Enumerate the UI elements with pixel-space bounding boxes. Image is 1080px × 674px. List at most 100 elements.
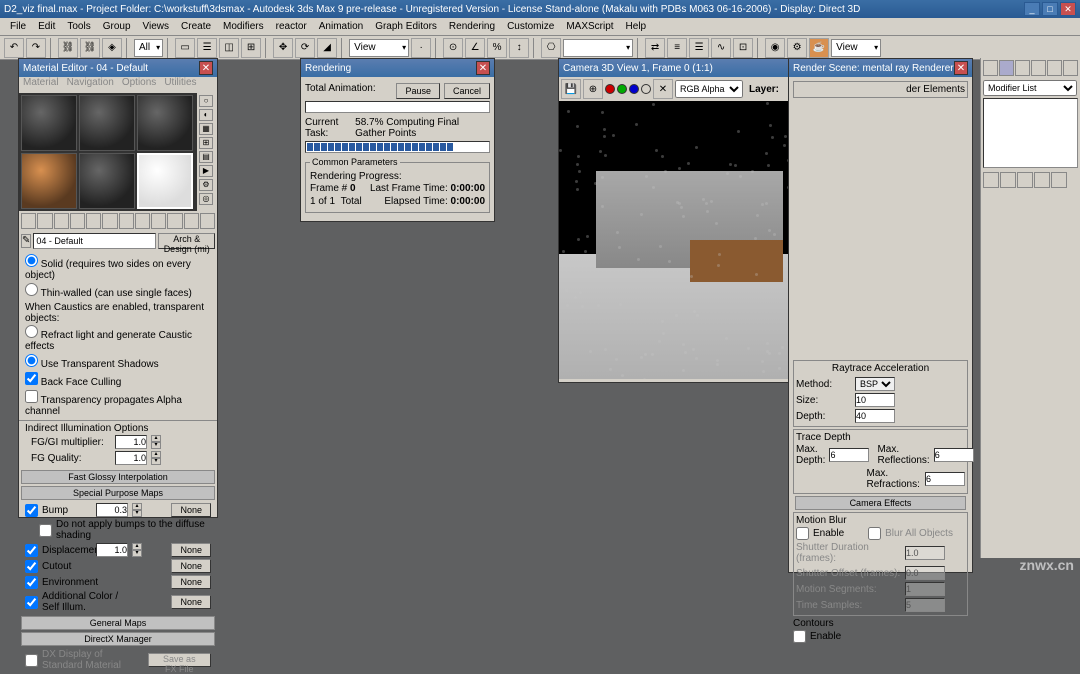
menu-rendering[interactable]: Rendering <box>443 19 501 34</box>
material-icon[interactable]: ◉ <box>765 38 785 58</box>
disp-input[interactable] <box>96 543 128 557</box>
material-sample-3[interactable] <box>137 95 193 151</box>
select-name-icon[interactable]: ☰ <box>197 38 217 58</box>
tab-create-icon[interactable] <box>983 60 998 76</box>
addcolor-map-button[interactable]: None <box>171 595 211 609</box>
material-sample-2[interactable] <box>79 95 135 151</box>
menu-customize[interactable]: Customize <box>501 19 560 34</box>
material-sample-1[interactable] <box>21 95 77 151</box>
menu-modifiers[interactable]: Modifiers <box>217 19 270 34</box>
red-channel-icon[interactable] <box>605 84 615 94</box>
configure-icon[interactable] <box>1051 172 1067 188</box>
render-setup-icon[interactable]: ⚙ <box>787 38 807 58</box>
method-dropdown[interactable]: BSP <box>855 377 895 391</box>
disp-map-button[interactable]: None <box>171 543 211 557</box>
enable-check[interactable] <box>796 527 809 540</box>
menu-create[interactable]: Create <box>175 19 217 34</box>
opt-solid[interactable]: Solid (requires two sides on every objec… <box>25 253 211 282</box>
max-refl-input[interactable] <box>934 448 974 462</box>
maximize-button[interactable]: □ <box>1042 2 1058 16</box>
material-id-icon[interactable] <box>135 213 150 229</box>
dx-display-check[interactable] <box>25 654 38 667</box>
opt-refract[interactable]: Refract light and generate Caustic effec… <box>25 324 211 353</box>
rotate-icon[interactable]: ⟳ <box>295 38 315 58</box>
get-material-icon[interactable] <box>21 213 36 229</box>
unlink-icon[interactable]: ⛓ <box>80 38 100 58</box>
menu-file[interactable]: File <box>4 19 32 34</box>
show-result-icon[interactable] <box>1000 172 1016 188</box>
spinner-snap-icon[interactable]: ↕ <box>509 38 529 58</box>
fg-quality-input[interactable] <box>115 451 147 465</box>
cancel-button[interactable]: Cancel <box>444 83 490 99</box>
bump-input[interactable] <box>96 503 128 517</box>
cutout-check[interactable] <box>25 560 38 573</box>
bump-check[interactable] <box>25 504 38 517</box>
make-unique-icon[interactable] <box>102 213 117 229</box>
tab-display-icon[interactable] <box>1047 60 1062 76</box>
blue-channel-icon[interactable] <box>629 84 639 94</box>
link-icon[interactable]: ⛓ <box>58 38 78 58</box>
mono-channel-icon[interactable] <box>641 84 651 94</box>
menu-animation[interactable]: Animation <box>313 19 369 34</box>
pivot-icon[interactable]: · <box>411 38 431 58</box>
menu-help[interactable]: Help <box>620 19 653 34</box>
bind-icon[interactable]: ◈ <box>102 38 122 58</box>
undo-icon[interactable]: ↶ <box>4 38 24 58</box>
mat-menu-options[interactable]: Options <box>122 77 156 93</box>
modifier-stack[interactable] <box>983 98 1078 168</box>
material-sample-4[interactable] <box>21 153 77 209</box>
spin-down-icon[interactable]: ▾ <box>151 458 161 465</box>
align-icon[interactable]: ≡ <box>667 38 687 58</box>
fg-mult-input[interactable] <box>115 435 147 449</box>
env-map-button[interactable]: None <box>171 575 211 589</box>
camera-effects-header[interactable]: Camera Effects <box>795 496 966 510</box>
scale-icon[interactable]: ◢ <box>317 38 337 58</box>
clear-icon[interactable]: ✕ <box>653 79 673 99</box>
make-copy-icon[interactable] <box>86 213 101 229</box>
disp-check[interactable] <box>25 544 38 557</box>
video-check-icon[interactable]: ▤ <box>199 151 213 163</box>
channel-dropdown[interactable]: RGB Alpha <box>675 80 743 98</box>
schematic-icon[interactable]: ⊡ <box>733 38 753 58</box>
close-icon[interactable]: ✕ <box>954 61 968 75</box>
move-icon[interactable]: ✥ <box>273 38 293 58</box>
spin-down-icon[interactable]: ▾ <box>151 442 161 449</box>
minimize-button[interactable]: _ <box>1024 2 1040 16</box>
blur-all-check[interactable] <box>868 527 881 540</box>
uv-tile-icon[interactable]: ⊞ <box>199 137 213 149</box>
render-scene-title[interactable]: Render Scene: mental ray Renderer ✕ <box>789 59 972 77</box>
max-depth-input[interactable] <box>829 448 869 462</box>
max-refr-input[interactable] <box>925 472 965 486</box>
backlight-icon[interactable]: ◐ <box>199 109 213 121</box>
close-icon[interactable]: ✕ <box>199 61 213 75</box>
rollout-dx[interactable]: DirectX Manager <box>21 632 215 646</box>
opt-thin[interactable]: Thin-walled (can use single faces) <box>25 282 211 300</box>
angle-snap-icon[interactable]: ∠ <box>465 38 485 58</box>
rollout-glossy[interactable]: Fast Glossy Interpolation <box>21 470 215 484</box>
background-icon[interactable]: ▦ <box>199 123 213 135</box>
dx-save-button[interactable]: Save as FX File <box>148 653 211 667</box>
select-region-icon[interactable]: ◫ <box>219 38 239 58</box>
show-end-icon[interactable] <box>167 213 182 229</box>
mat-menu-navigation[interactable]: Navigation <box>67 77 114 93</box>
select-by-mat-icon[interactable]: ◎ <box>199 193 213 205</box>
clone-icon[interactable]: ⊕ <box>583 79 603 99</box>
remove-mod-icon[interactable] <box>1034 172 1050 188</box>
nav-sibling-icon[interactable] <box>200 213 215 229</box>
tab-elements[interactable]: der Elements <box>793 81 968 98</box>
window-cross-icon[interactable]: ⊞ <box>241 38 261 58</box>
menu-reactor[interactable]: reactor <box>270 19 313 34</box>
sample-type-icon[interactable]: ○ <box>199 95 213 107</box>
select-icon[interactable]: ▭ <box>175 38 195 58</box>
menu-tools[interactable]: Tools <box>61 19 96 34</box>
rendering-title[interactable]: Rendering ✕ <box>301 59 494 77</box>
material-name-input[interactable] <box>33 233 156 249</box>
bump-map-button[interactable]: None <box>171 503 211 517</box>
mat-menu-utilities[interactable]: Utilities <box>164 77 196 93</box>
redo-icon[interactable]: ↷ <box>26 38 46 58</box>
tab-utilities-icon[interactable] <box>1063 60 1078 76</box>
opt-backface[interactable]: Back Face Culling <box>25 371 211 389</box>
spin-up-icon[interactable]: ▴ <box>151 435 161 442</box>
curve-editor-icon[interactable]: ∿ <box>711 38 731 58</box>
rollout-general[interactable]: General Maps <box>21 616 215 630</box>
